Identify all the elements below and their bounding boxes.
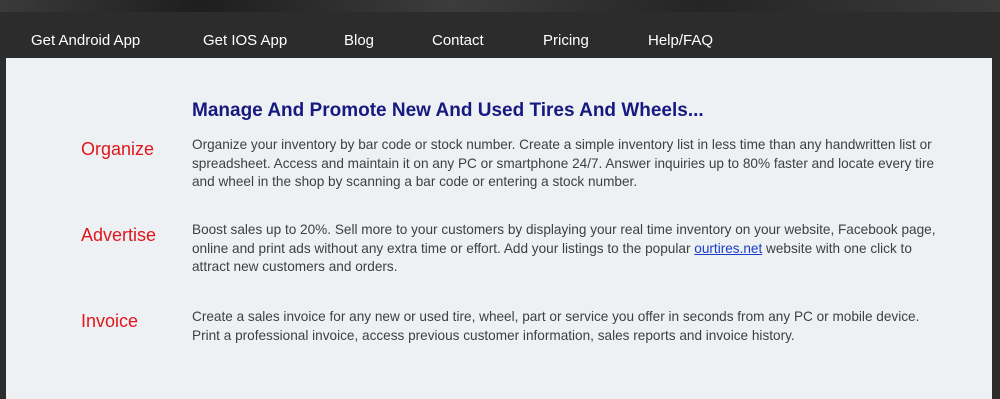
nav-get-android-app[interactable]: Get Android App — [31, 32, 140, 50]
ourtires-link[interactable]: ourtires.net — [694, 241, 762, 256]
main-content: Manage And Promote New And Used Tires An… — [6, 58, 992, 399]
nav-help-faq[interactable]: Help/FAQ — [648, 32, 713, 50]
section-text-advertise: Boost sales up to 20%. Sell more to your… — [192, 221, 937, 277]
section-label-invoice: Invoice — [81, 311, 139, 331]
section-label-advertise: Advertise — [81, 225, 157, 245]
nav-contact[interactable]: Contact — [432, 32, 484, 50]
section-text-invoice: Create a sales invoice for any new or us… — [192, 309, 920, 343]
section-text-organize: Organize your inventory by bar code or s… — [192, 137, 935, 189]
main-navigation: Get Android App Get IOS App Blog Contact… — [0, 12, 1000, 58]
page-right-border — [992, 58, 1000, 399]
nav-pricing[interactable]: Pricing — [543, 32, 589, 50]
page-headline: Manage And Promote New And Used Tires An… — [192, 100, 704, 121]
section-label-organize: Organize — [81, 139, 155, 159]
nav-blog[interactable]: Blog — [344, 32, 374, 50]
header-background-image — [0, 0, 1000, 12]
nav-get-ios-app[interactable]: Get IOS App — [203, 32, 287, 50]
